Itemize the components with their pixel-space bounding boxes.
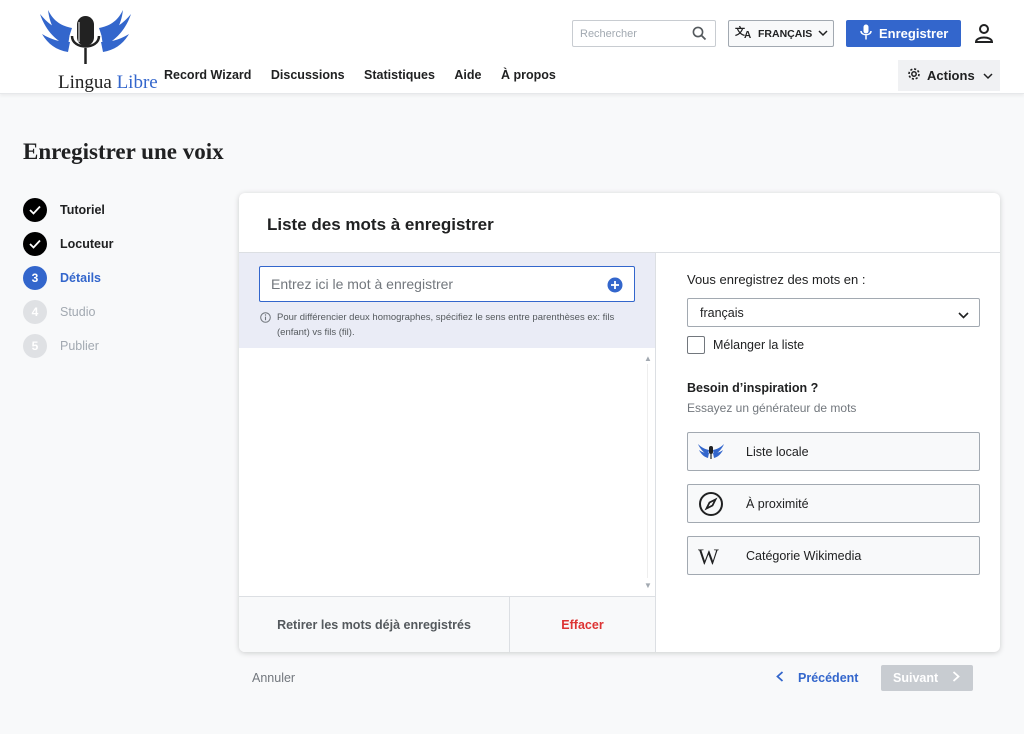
cancel-link[interactable]: Annuler — [252, 671, 295, 685]
options-panel: Vous enregistrez des mots en : français … — [656, 253, 1000, 652]
nav-discussions[interactable]: Discussions — [271, 68, 345, 82]
step-tutoriel[interactable]: Tutoriel — [23, 193, 113, 227]
nav-aide[interactable]: Aide — [454, 68, 481, 82]
word-list-actions: Retirer les mots déjà enregistrés Efface… — [239, 596, 655, 652]
scroll-track — [647, 364, 648, 578]
logo-text-libre: Libre — [116, 72, 158, 93]
word-input[interactable] — [260, 267, 590, 301]
previous-button[interactable]: Précédent — [776, 671, 858, 685]
compass-icon — [697, 490, 725, 518]
step-locuteur[interactable]: Locuteur — [23, 227, 113, 261]
nav-statistiques[interactable]: Statistiques — [364, 68, 435, 82]
step-studio: 4 Studio — [23, 295, 113, 329]
page-title: Enregistrer une voix — [23, 139, 224, 164]
homograph-hint: Pour différencier deux homographes, spéc… — [260, 310, 640, 340]
search-box — [572, 20, 716, 47]
checkmark-icon — [23, 232, 47, 256]
step-label: Locuteur — [60, 237, 114, 251]
card-title: Liste des mots à enregistrer — [267, 215, 494, 234]
language-selector-button[interactable]: 文A FRANÇAIS — [728, 20, 834, 47]
lingualibre-logo[interactable]: Lingua Libre — [28, 6, 158, 93]
inspiration-subtitle: Essayez un générateur de mots — [687, 401, 857, 415]
record-button-label: Enregistrer — [879, 26, 949, 41]
generator-label: Liste locale — [746, 444, 809, 459]
generator-label: À proximité — [746, 496, 809, 511]
word-input-box — [259, 266, 635, 302]
shuffle-list-option[interactable]: Mélanger la liste — [687, 336, 804, 354]
user-icon[interactable] — [974, 23, 994, 48]
inspiration-title: Besoin d’inspiration ? — [687, 381, 819, 395]
lingualibre-logo-icon — [697, 438, 725, 466]
svg-text:W: W — [698, 545, 719, 567]
selected-language: français — [700, 305, 744, 320]
actions-label: Actions — [927, 68, 975, 83]
top-header: Lingua Libre Record Wizard Discussions S… — [0, 0, 1024, 94]
shuffle-label: Mélanger la liste — [713, 338, 805, 352]
language-button-label: FRANÇAIS — [758, 27, 813, 40]
add-word-icon[interactable] — [607, 277, 623, 298]
info-icon — [260, 312, 271, 340]
logo-text-lingua: Lingua — [58, 72, 112, 93]
step-label: Studio — [60, 305, 96, 319]
word-list-panel: Pour différencier deux homographes, spéc… — [239, 253, 656, 652]
word-list-card: Liste des mots à enregistrer Pour différ… — [239, 193, 1000, 652]
hint-text: Pour différencier deux homographes, spéc… — [277, 312, 615, 338]
svg-text:A: A — [744, 30, 751, 39]
nav-record-wizard[interactable]: Record Wizard — [164, 68, 251, 82]
record-button[interactable]: Enregistrer — [846, 20, 961, 47]
wikipedia-w-icon: W — [697, 542, 725, 570]
step-number: 3 — [23, 266, 47, 290]
main-nav: Record Wizard Discussions Statistiques A… — [164, 68, 575, 82]
generator-local-list-button[interactable]: Liste locale — [687, 432, 980, 471]
step-number: 5 — [23, 334, 47, 358]
recording-language-label: Vous enregistrez des mots en : — [687, 272, 866, 287]
wizard-steps: Tutoriel Locuteur 3 Détails 4 Studio 5 P… — [23, 193, 113, 363]
gear-icon — [907, 67, 921, 84]
generator-label: Catégorie Wikimedia — [746, 548, 862, 563]
chevron-right-icon — [952, 671, 961, 685]
search-input[interactable] — [573, 21, 683, 46]
word-input-zone: Pour différencier deux homographes, spéc… — [239, 253, 655, 348]
chevron-left-icon — [776, 671, 784, 685]
next-button[interactable]: Suivant — [881, 665, 973, 691]
word-list[interactable]: ▲ ▼ — [239, 348, 655, 596]
clear-list-button[interactable]: Effacer — [510, 597, 655, 652]
search-icon[interactable] — [692, 26, 707, 46]
translate-icon: 文A — [735, 25, 753, 42]
step-label: Tutoriel — [60, 203, 105, 217]
generator-nearby-button[interactable]: À proximité — [687, 484, 980, 523]
step-label: Détails — [60, 271, 101, 285]
scroll-up-icon[interactable]: ▲ — [644, 354, 652, 363]
chevron-down-icon — [818, 28, 828, 40]
chevron-down-icon — [983, 68, 993, 83]
previous-label: Précédent — [798, 671, 859, 685]
step-label: Publier — [60, 339, 99, 353]
generator-wikimedia-category-button[interactable]: W Catégorie Wikimedia — [687, 536, 980, 575]
shuffle-checkbox[interactable] — [687, 336, 705, 354]
scroll-down-icon[interactable]: ▼ — [644, 581, 652, 590]
nav-a-propos[interactable]: À propos — [501, 68, 556, 82]
recording-language-select[interactable]: français — [687, 298, 980, 327]
winged-microphone-icon — [40, 10, 131, 64]
microphone-icon — [860, 24, 872, 43]
checkmark-icon — [23, 198, 47, 222]
next-label: Suivant — [893, 671, 939, 685]
scrollbar[interactable]: ▲ ▼ — [644, 354, 652, 590]
remove-recorded-words-button[interactable]: Retirer les mots déjà enregistrés — [239, 597, 510, 652]
step-details[interactable]: 3 Détails — [23, 261, 113, 295]
chevron-down-icon — [958, 308, 969, 322]
actions-menu-button[interactable]: Actions — [898, 60, 1000, 91]
step-publier: 5 Publier — [23, 329, 113, 363]
step-number: 4 — [23, 300, 47, 324]
logo-text: Lingua Libre — [58, 72, 158, 94]
